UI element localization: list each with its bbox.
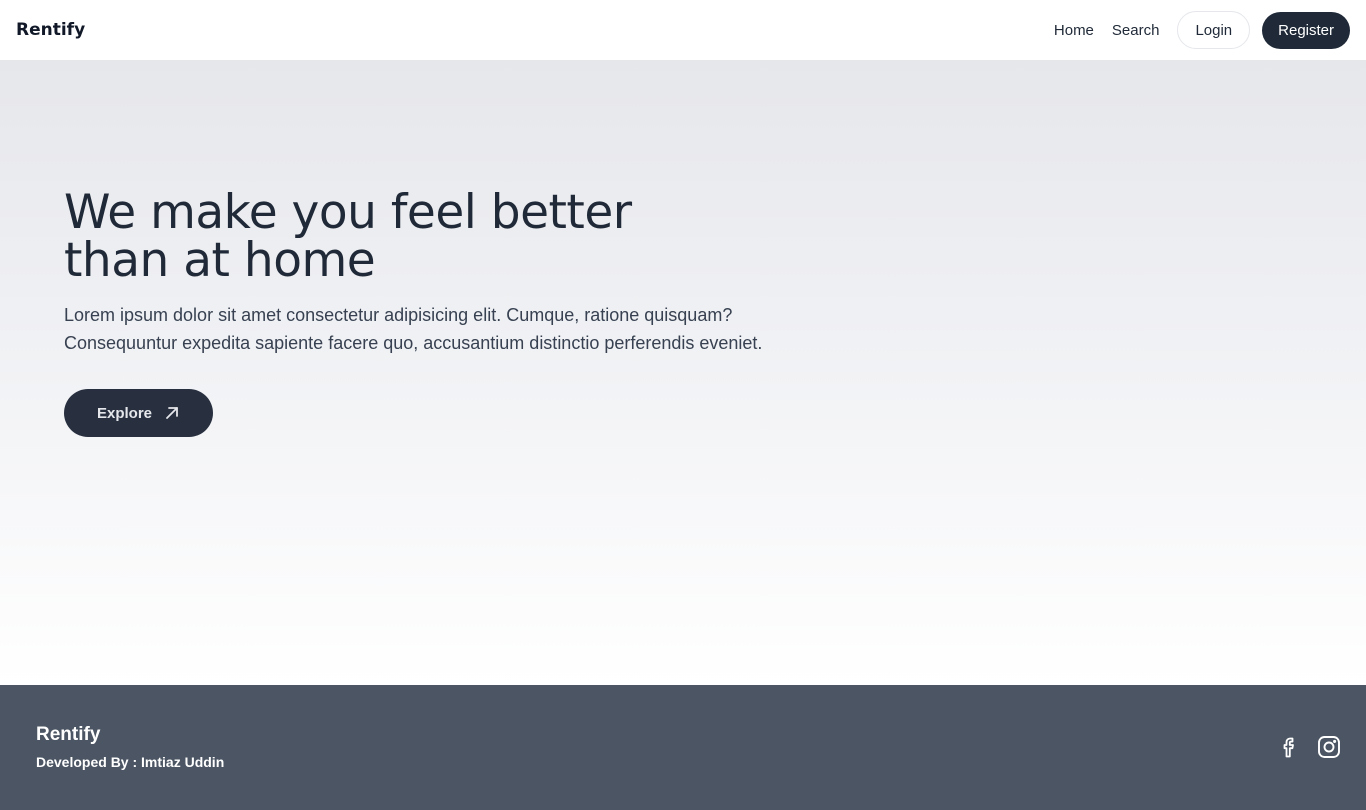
navbar: Rentify Home Search Login Register [0, 0, 1366, 60]
nav-menu: Home Search Login Register [1054, 11, 1350, 49]
arrow-up-right-icon [166, 407, 178, 419]
login-button[interactable]: Login [1177, 11, 1251, 49]
hero-section: We make you feel better than at home Lor… [0, 60, 1366, 685]
footer-credit: Developed By : Imtiaz Uddin [36, 754, 225, 770]
nav-link-home[interactable]: Home [1054, 22, 1094, 39]
brand-logo[interactable]: Rentify [16, 20, 85, 40]
hero-description-line-2: Consequuntur expedita sapiente facere qu… [64, 333, 763, 353]
footer-brand: Rentify [36, 724, 101, 745]
nav-link-search[interactable]: Search [1112, 22, 1160, 39]
hero-description: Lorem ipsum dolor sit amet consectetur a… [64, 301, 844, 357]
hero-title-line-2: than at home [64, 233, 376, 288]
hero-description-line-1: Lorem ipsum dolor sit amet consectetur a… [64, 305, 733, 325]
instagram-icon[interactable] [1316, 734, 1342, 760]
social-links [1276, 734, 1342, 760]
hero-title-line-1: We make you feel better [64, 185, 632, 240]
hero-title: We make you feel better than at home [64, 189, 784, 285]
facebook-icon[interactable] [1276, 734, 1302, 760]
explore-button-label: Explore [96, 404, 153, 422]
explore-button[interactable]: Explore [64, 389, 213, 437]
register-button[interactable]: Register [1262, 11, 1350, 49]
footer: Rentify Developed By : Imtiaz Uddin [0, 685, 1366, 810]
